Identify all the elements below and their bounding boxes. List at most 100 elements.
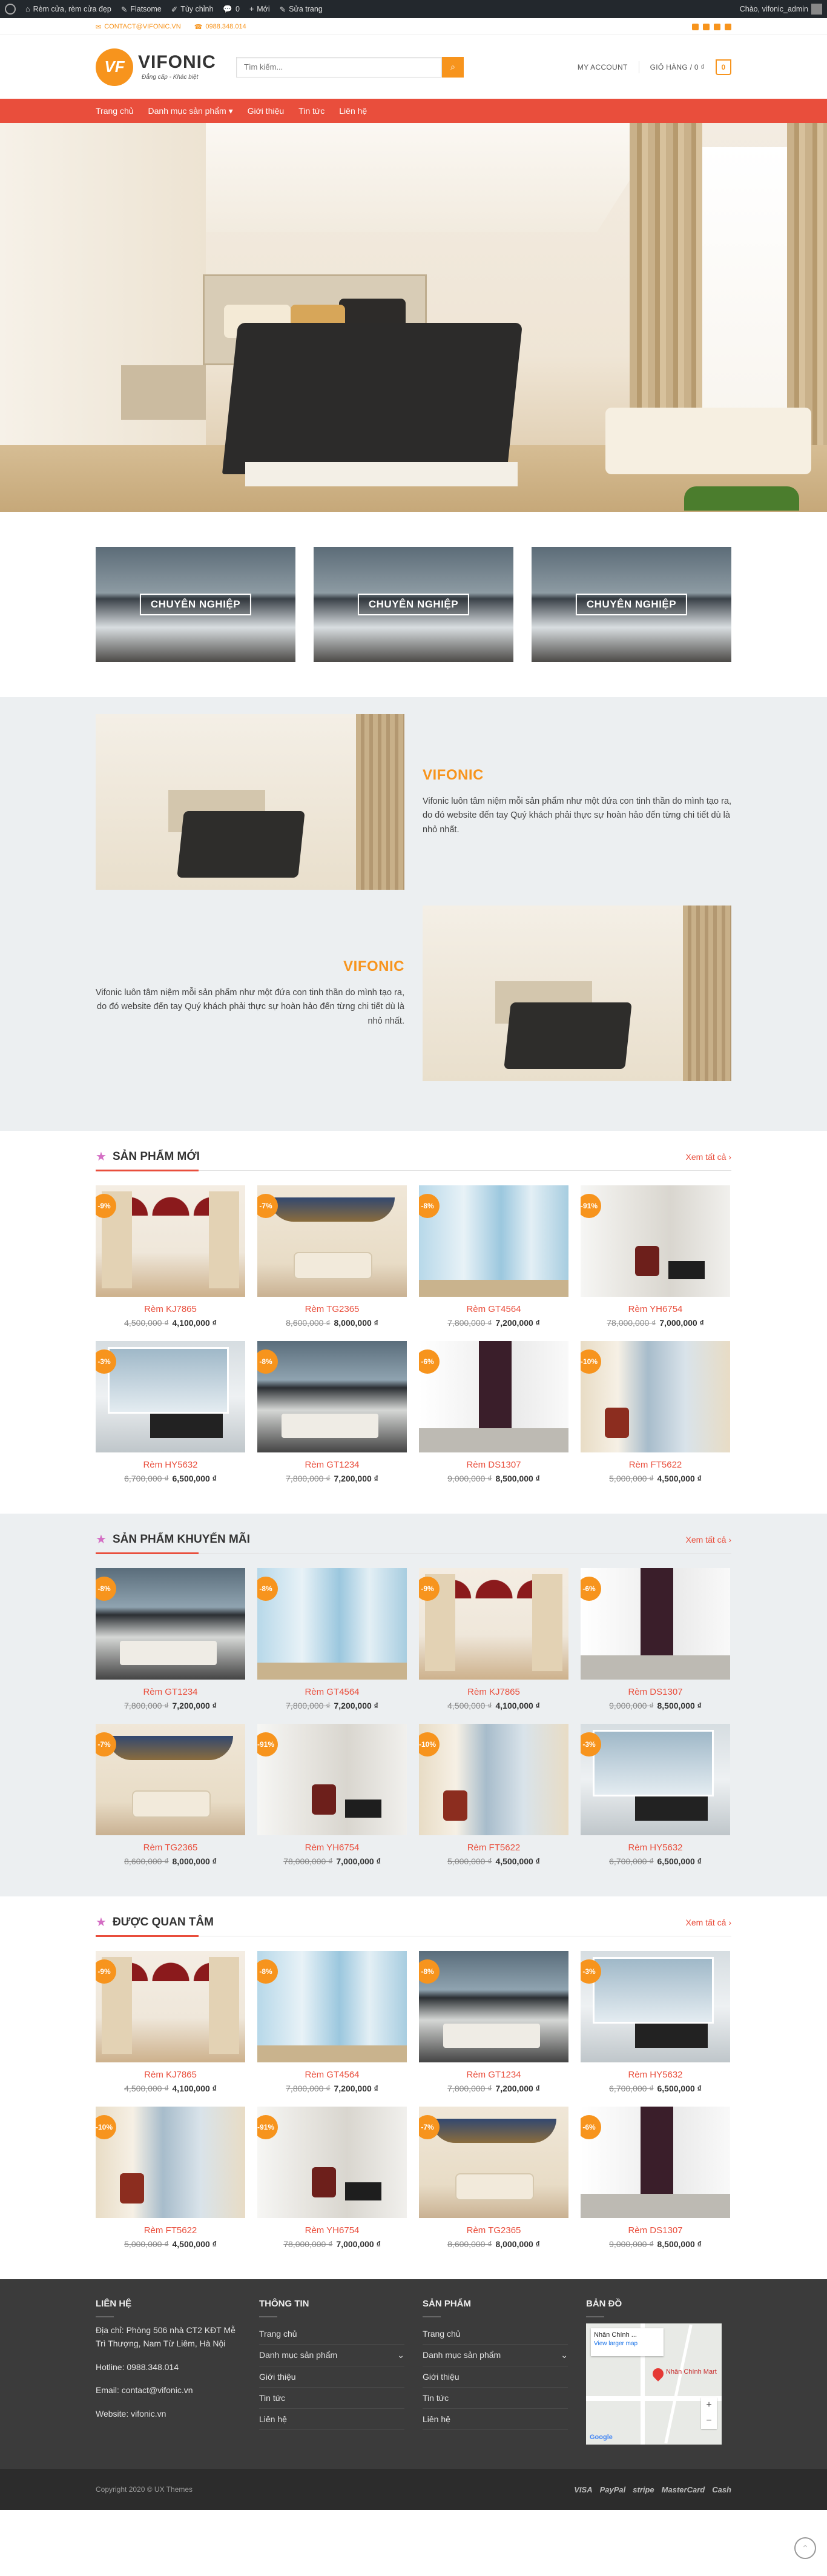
footer-link[interactable]: Tin tức <box>423 2388 568 2409</box>
admin-comments-link[interactable]: 💬 0 <box>223 5 240 14</box>
product-name[interactable]: Rèm TG2365 <box>96 1843 245 1853</box>
chevron-down-icon[interactable]: ⌄ <box>397 2350 404 2360</box>
product-image[interactable]: -6% <box>581 2107 730 2218</box>
product-card[interactable]: -8% Rèm GT1234 7,800,000 ₫ 7,200,000 ₫ <box>96 1568 245 1710</box>
see-all-link[interactable]: Xem tất cả › <box>686 1535 731 1545</box>
wordpress-icon[interactable] <box>5 4 16 15</box>
nav-item-home[interactable]: Trang chủ <box>96 106 134 116</box>
product-card[interactable]: -10% Rèm FT5622 5,000,000 ₫ 4,500,000 ₫ <box>581 1341 730 1483</box>
product-image[interactable]: -6% <box>419 1341 568 1452</box>
product-image[interactable]: -91% <box>257 1724 407 1835</box>
product-image[interactable]: -8% <box>419 1185 568 1297</box>
product-image[interactable]: -3% <box>581 1951 730 2062</box>
product-image[interactable]: -10% <box>419 1724 568 1835</box>
nav-item-categories[interactable]: Danh mục sản phẩm ▾ <box>148 106 233 116</box>
search-input[interactable] <box>236 56 442 78</box>
product-name[interactable]: Rèm DS1307 <box>581 2225 730 2236</box>
product-image[interactable]: -10% <box>96 2107 245 2218</box>
product-name[interactable]: Rèm KJ7865 <box>96 2070 245 2080</box>
product-card[interactable]: -8% Rèm GT4564 7,800,000 ₫ 7,200,000 ₫ <box>257 1568 407 1710</box>
admin-customize-link[interactable]: ✐ Tùy chỉnh <box>171 5 214 14</box>
product-name[interactable]: Rèm GT4564 <box>257 1687 407 1697</box>
product-name[interactable]: Rèm YH6754 <box>257 2225 407 2236</box>
product-name[interactable]: Rèm HY5632 <box>581 2070 730 2080</box>
product-image[interactable]: -8% <box>257 1951 407 2062</box>
product-image[interactable]: -8% <box>257 1341 407 1452</box>
see-all-link[interactable]: Xem tất cả › <box>686 1152 731 1162</box>
map-larger-link[interactable]: View larger map <box>594 2340 661 2347</box>
my-account-link[interactable]: MY ACCOUNT <box>578 63 628 71</box>
product-image[interactable]: -8% <box>96 1568 245 1680</box>
product-card[interactable]: -8% Rèm GT1234 7,800,000 ₫ 7,200,000 ₫ <box>419 1951 568 2093</box>
product-card[interactable]: -6% Rèm DS1307 9,000,000 ₫ 8,500,000 ₫ <box>581 1568 730 1710</box>
product-image[interactable]: -7% <box>419 2107 568 2218</box>
product-name[interactable]: Rèm GT4564 <box>257 2070 407 2080</box>
twitter-icon[interactable] <box>714 23 720 30</box>
facebook-icon[interactable] <box>692 23 699 30</box>
footer-link[interactable]: Trang chủ <box>259 2323 404 2345</box>
admin-theme-link[interactable]: ✎ Flatsome <box>121 5 162 14</box>
footer-link[interactable]: Liên hệ <box>259 2409 404 2430</box>
feature-banner[interactable]: CHUYÊN NGHIỆP <box>314 547 513 662</box>
product-card[interactable]: -10% Rèm FT5622 5,000,000 ₫ 4,500,000 ₫ <box>419 1724 568 1866</box>
product-name[interactable]: Rèm YH6754 <box>257 1843 407 1853</box>
back-to-top-button[interactable]: ⌃ <box>794 2537 816 2559</box>
footer-link[interactable]: Giới thiệu <box>423 2366 568 2388</box>
product-card[interactable]: -7% Rèm TG2365 8,600,000 ₫ 8,000,000 ₫ <box>96 1724 245 1866</box>
product-name[interactable]: Rèm GT4564 <box>419 1304 568 1314</box>
product-image[interactable]: -91% <box>257 2107 407 2218</box>
admin-site-link[interactable]: ⌂ Rèm cửa, rèm cửa đẹp <box>25 5 111 13</box>
product-card[interactable]: -3% Rèm HY5632 6,700,000 ₫ 6,500,000 ₫ <box>96 1341 245 1483</box>
product-name[interactable]: Rèm KJ7865 <box>419 1687 568 1697</box>
product-name[interactable]: Rèm HY5632 <box>581 1843 730 1853</box>
product-image[interactable]: -3% <box>96 1341 245 1452</box>
chevron-down-icon[interactable]: ⌄ <box>561 2350 568 2360</box>
product-card[interactable]: -8% Rèm GT4564 7,800,000 ₫ 7,200,000 ₫ <box>257 1951 407 2093</box>
google-map[interactable]: Nhân Chính ... View larger map Nhân Chín… <box>586 2323 722 2445</box>
product-image[interactable]: -9% <box>96 1951 245 2062</box>
instagram-icon[interactable] <box>703 23 710 30</box>
product-name[interactable]: Rèm GT1234 <box>257 1460 407 1470</box>
product-name[interactable]: Rèm GT1234 <box>419 2070 568 2080</box>
product-card[interactable]: -91% Rèm YH6754 78,000,000 ₫ 7,000,000 ₫ <box>257 2107 407 2249</box>
product-image[interactable]: -9% <box>419 1568 568 1680</box>
admin-account-link[interactable]: Chào, vifonic_admin <box>740 4 822 15</box>
product-card[interactable]: -8% Rèm GT1234 7,800,000 ₫ 7,200,000 ₫ <box>257 1341 407 1483</box>
product-card[interactable]: -3% Rèm HY5632 6,700,000 ₫ 6,500,000 ₫ <box>581 1951 730 2093</box>
admin-edit-link[interactable]: ✎ Sửa trang <box>280 5 323 14</box>
product-card[interactable]: -8% Rèm GT4564 7,800,000 ₫ 7,200,000 ₫ <box>419 1185 568 1328</box>
zoom-in-icon[interactable]: + <box>706 2400 711 2411</box>
footer-link[interactable]: Tin tức <box>259 2388 404 2409</box>
product-image[interactable]: -8% <box>257 1568 407 1680</box>
site-logo[interactable]: VF VIFONIC Đẳng cấp - Khác biệt <box>96 48 235 86</box>
product-name[interactable]: Rèm TG2365 <box>257 1304 407 1314</box>
cart-icon[interactable]: 0 <box>716 59 731 75</box>
product-image[interactable]: -6% <box>581 1568 730 1680</box>
product-card[interactable]: -7% Rèm TG2365 8,600,000 ₫ 8,000,000 ₫ <box>419 2107 568 2249</box>
footer-link[interactable]: Trang chủ <box>423 2323 568 2345</box>
product-name[interactable]: Rèm KJ7865 <box>96 1304 245 1314</box>
feature-banner[interactable]: CHUYÊN NGHIỆP <box>96 547 295 662</box>
product-name[interactable]: Rèm DS1307 <box>419 1460 568 1470</box>
product-name[interactable]: Rèm DS1307 <box>581 1687 730 1697</box>
search-button[interactable]: ⌕ <box>442 56 464 78</box>
product-card[interactable]: -9% Rèm KJ7865 4,500,000 ₫ 4,100,000 ₫ <box>419 1568 568 1710</box>
email-icon[interactable] <box>725 23 731 30</box>
product-card[interactable]: -9% Rèm KJ7865 4,500,000 ₫ 4,100,000 ₫ <box>96 1951 245 2093</box>
product-card[interactable]: -10% Rèm FT5622 5,000,000 ₫ 4,500,000 ₫ <box>96 2107 245 2249</box>
product-name[interactable]: Rèm HY5632 <box>96 1460 245 1470</box>
admin-new-link[interactable]: + Mới <box>249 5 270 13</box>
topbar-email[interactable]: ✉ CONTACT@VIFONIC.VN <box>96 23 181 31</box>
product-image[interactable]: -7% <box>257 1185 407 1297</box>
product-card[interactable]: -6% Rèm DS1307 9,000,000 ₫ 8,500,000 ₫ <box>581 2107 730 2249</box>
see-all-link[interactable]: Xem tất cả › <box>686 1918 731 1927</box>
product-card[interactable]: -91% Rèm YH6754 78,000,000 ₫ 7,000,000 ₫ <box>257 1724 407 1866</box>
product-card[interactable]: -91% Rèm YH6754 78,000,000 ₫ 7,000,000 ₫ <box>581 1185 730 1328</box>
topbar-phone[interactable]: ☎ 0988.348.014 <box>194 23 246 31</box>
product-name[interactable]: Rèm YH6754 <box>581 1304 730 1314</box>
footer-link[interactable]: Liên hệ <box>423 2409 568 2430</box>
product-name[interactable]: Rèm TG2365 <box>419 2225 568 2236</box>
map-zoom-control[interactable]: + − <box>701 2397 717 2429</box>
product-name[interactable]: Rèm GT1234 <box>96 1687 245 1697</box>
product-image[interactable]: -7% <box>96 1724 245 1835</box>
